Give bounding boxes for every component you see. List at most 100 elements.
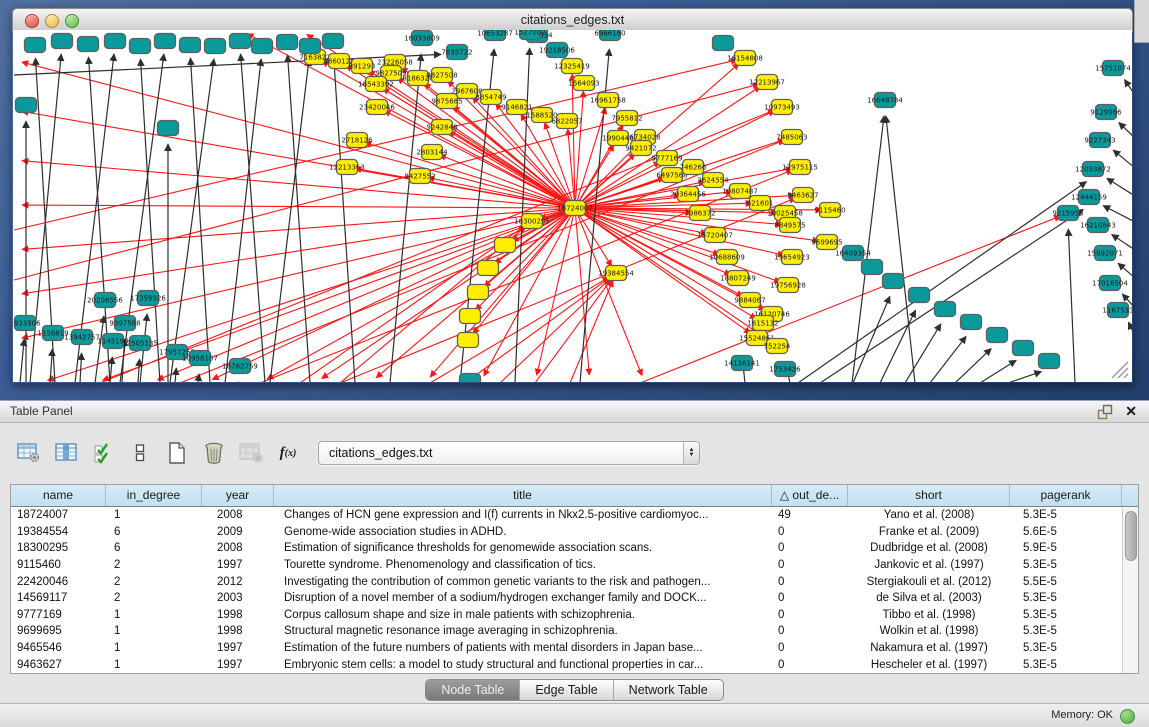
close-panel-icon[interactable]: ✕ xyxy=(1125,401,1137,422)
network-node[interactable] xyxy=(961,315,982,330)
table-cell-pagerank[interactable]: 5.5E-5 xyxy=(1010,576,1122,588)
table-cell-year[interactable]: 2012 xyxy=(202,576,274,588)
table-row[interactable]: 1456911722003Disruption of a novel membe… xyxy=(11,590,1123,607)
network-node[interactable] xyxy=(78,37,99,52)
table-cell-out_degree[interactable]: 0 xyxy=(772,625,848,637)
table-cell-out_degree[interactable]: 0 xyxy=(772,659,848,671)
network-node[interactable] xyxy=(987,328,1008,343)
table-cell-pagerank[interactable]: 5.3E-5 xyxy=(1010,659,1122,671)
resize-grip-icon[interactable] xyxy=(1108,358,1130,380)
column-header-pagerank[interactable]: pagerank xyxy=(1010,485,1122,506)
table-cell-title[interactable]: Investigating the contribution of common… xyxy=(274,576,772,588)
column-header-title[interactable]: title xyxy=(274,485,772,506)
table-cell-title[interactable]: Tourette syndrome. Phenomenology and cla… xyxy=(274,559,772,571)
table-cell-name[interactable]: 19384554 xyxy=(11,526,106,538)
create-new-column-icon[interactable] xyxy=(164,440,190,466)
network-node[interactable] xyxy=(25,38,46,53)
row-height-icon[interactable] xyxy=(127,440,153,466)
table-row[interactable]: 1872400712008Changes of HCN gene express… xyxy=(11,507,1123,524)
network-node[interactable] xyxy=(713,36,734,51)
zoom-window-button[interactable] xyxy=(65,14,79,28)
table-cell-pagerank[interactable]: 5.3E-5 xyxy=(1010,609,1122,621)
column-header-out_degree[interactable]: △ out_de... xyxy=(772,485,848,506)
network-node[interactable] xyxy=(130,39,151,54)
table-row[interactable]: 1830029562008Estimation of significance … xyxy=(11,540,1123,557)
function-builder-icon[interactable]: f(x) xyxy=(275,440,301,466)
table-cell-short[interactable]: Dudbridge et al. (2008) xyxy=(848,542,1010,554)
table-cell-in_degree[interactable]: 2 xyxy=(106,559,202,571)
table-cell-in_degree[interactable]: 6 xyxy=(106,542,202,554)
network-node[interactable] xyxy=(158,121,179,136)
table-cell-year[interactable]: 1997 xyxy=(202,559,274,571)
table-cell-short[interactable]: Jankovic et al. (1997) xyxy=(848,559,1010,571)
table-cell-name[interactable]: 9699695 xyxy=(11,625,106,637)
network-canvas[interactable]: 1872400718300295193845547163822886012889… xyxy=(13,30,1132,382)
network-window-titlebar[interactable]: citations_edges.txt xyxy=(12,8,1133,32)
table-cell-in_degree[interactable]: 2 xyxy=(106,576,202,588)
table-cell-in_degree[interactable]: 1 xyxy=(106,642,202,654)
table-cell-name[interactable]: 22420046 xyxy=(11,576,106,588)
column-header-name[interactable]: name xyxy=(11,485,106,506)
table-row[interactable]: 2242004622012Investigating the contribut… xyxy=(11,573,1123,590)
table-cell-pagerank[interactable]: 5.3E-5 xyxy=(1010,559,1122,571)
table-cell-year[interactable]: 2008 xyxy=(202,509,274,521)
column-header-short[interactable]: short xyxy=(848,485,1010,506)
table-cell-in_degree[interactable]: 1 xyxy=(106,659,202,671)
table-row[interactable]: 946554611997Estimation of the future num… xyxy=(11,640,1123,657)
table-cell-pagerank[interactable]: 5.3E-5 xyxy=(1010,509,1122,521)
network-node[interactable] xyxy=(323,34,344,49)
table-cell-year[interactable]: 2009 xyxy=(202,526,274,538)
network-graph[interactable]: 1872400718300295193845547163822886012889… xyxy=(13,30,1132,382)
network-node[interactable] xyxy=(460,374,481,383)
table-cell-short[interactable]: Tibbo et al. (1998) xyxy=(848,609,1010,621)
network-node[interactable] xyxy=(458,333,479,348)
network-node[interactable] xyxy=(155,34,176,49)
table-cell-name[interactable]: 9463627 xyxy=(11,659,106,671)
tab-node-table[interactable]: Node Table xyxy=(426,680,519,700)
table-cell-title[interactable]: Genome-wide association studies in ADHD. xyxy=(274,526,772,538)
scrollbar-thumb[interactable] xyxy=(1125,511,1137,561)
table-cell-out_degree[interactable]: 0 xyxy=(772,576,848,588)
network-node[interactable] xyxy=(205,39,226,54)
network-node[interactable] xyxy=(105,34,126,49)
network-node[interactable] xyxy=(460,309,481,324)
table-cell-in_degree[interactable]: 1 xyxy=(106,625,202,637)
table-cell-year[interactable]: 1998 xyxy=(202,625,274,637)
table-cell-year[interactable]: 1997 xyxy=(202,642,274,654)
vertical-scrollbar[interactable] xyxy=(1122,507,1138,673)
table-cell-title[interactable]: Changes of HCN gene expression and I(f) … xyxy=(274,509,772,521)
close-window-button[interactable] xyxy=(25,14,39,28)
network-node[interactable] xyxy=(252,39,273,54)
tab-network-table[interactable]: Network Table xyxy=(613,680,723,700)
table-cell-out_degree[interactable]: 49 xyxy=(772,509,848,521)
network-node[interactable] xyxy=(935,302,956,317)
table-cell-year[interactable]: 1997 xyxy=(202,659,274,671)
float-window-icon[interactable] xyxy=(1097,404,1113,420)
table-cell-short[interactable]: Franke et al. (2009) xyxy=(848,526,1010,538)
network-node[interactable] xyxy=(909,288,930,303)
table-cell-short[interactable]: Nakamura et al. (1997) xyxy=(848,642,1010,654)
table-cell-short[interactable]: Yano et al. (2008) xyxy=(848,509,1010,521)
network-node[interactable] xyxy=(1039,354,1060,369)
table-cell-title[interactable]: Estimation of the future numbers of pati… xyxy=(274,642,772,654)
table-cell-name[interactable]: 18300295 xyxy=(11,542,106,554)
table-cell-short[interactable]: Hescheler et al. (1997) xyxy=(848,659,1010,671)
table-cell-year[interactable]: 2008 xyxy=(202,542,274,554)
network-node[interactable] xyxy=(230,34,251,49)
network-node[interactable] xyxy=(883,274,904,289)
table-mode-settings-icon[interactable] xyxy=(16,440,42,466)
table-cell-title[interactable]: Disruption of a novel member of a sodium… xyxy=(274,592,772,604)
tab-edge-table[interactable]: Edge Table xyxy=(519,680,612,700)
table-cell-out_degree[interactable]: 0 xyxy=(772,542,848,554)
table-cell-year[interactable]: 1998 xyxy=(202,609,274,621)
table-cell-pagerank[interactable]: 5.9E-5 xyxy=(1010,542,1122,554)
table-cell-pagerank[interactable]: 5.3E-5 xyxy=(1010,625,1122,637)
minimize-window-button[interactable] xyxy=(45,14,59,28)
network-node[interactable] xyxy=(495,238,516,253)
table-cell-name[interactable]: 18724007 xyxy=(11,509,106,521)
network-node[interactable] xyxy=(478,261,499,276)
table-cell-title[interactable]: Estimation of significance thresholds fo… xyxy=(274,542,772,554)
table-cell-title[interactable]: Corpus callosum shape and size in male p… xyxy=(274,609,772,621)
table-cell-in_degree[interactable]: 1 xyxy=(106,609,202,621)
delete-columns-icon[interactable] xyxy=(201,440,227,466)
